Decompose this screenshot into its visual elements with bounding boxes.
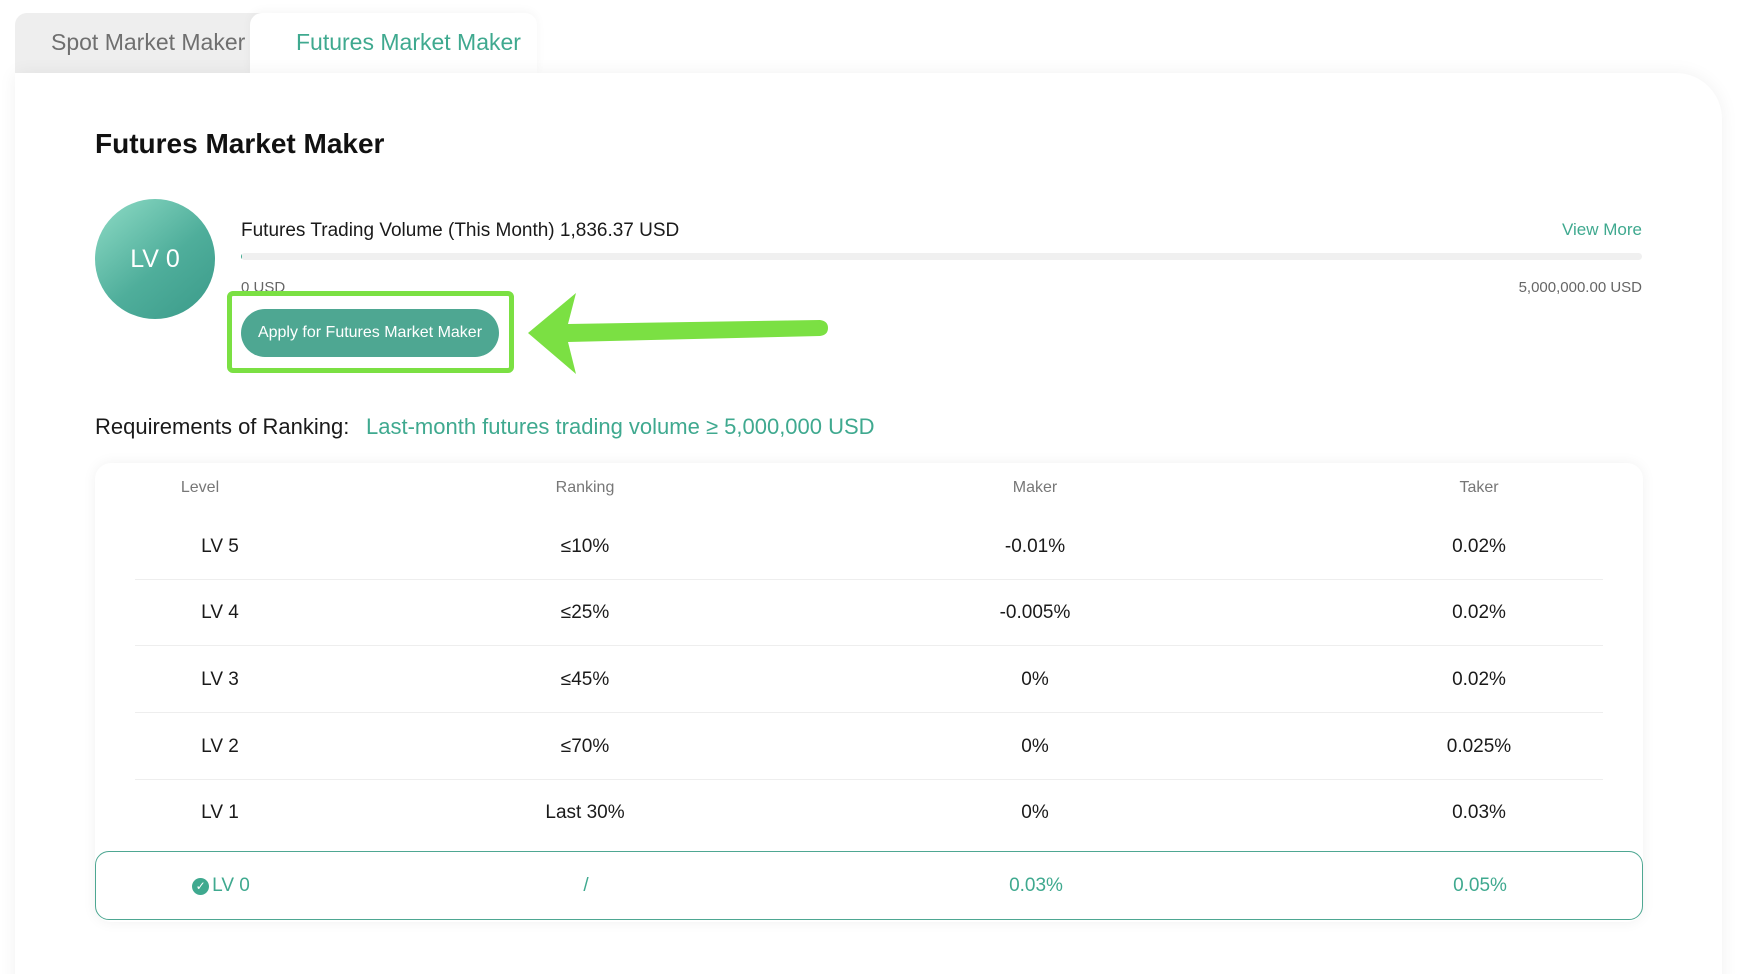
- volume-progress-fill: [241, 253, 242, 260]
- highlight-annotation-box: [227, 291, 514, 373]
- cell-taker: 0.02%: [1452, 602, 1506, 623]
- cell-maker: 0.03%: [1009, 875, 1063, 896]
- cell-level: LV 5: [201, 536, 239, 557]
- view-more-link[interactable]: View More: [1562, 220, 1642, 240]
- cell-ranking: ≤10%: [560, 536, 610, 557]
- tab-spot-label: Spot Market Maker: [51, 29, 246, 55]
- table-row: LV 4 ≤25% -0.005% 0.02%: [95, 580, 1643, 646]
- table-row: LV 3 ≤45% 0% 0.02%: [95, 647, 1643, 713]
- table-header: Level Ranking Maker Taker: [95, 479, 1643, 501]
- volume-progress-bar: [241, 253, 1642, 260]
- page: Spot Market Maker Futures Market Maker F…: [0, 0, 1744, 974]
- cell-level: LV 1: [201, 802, 239, 823]
- cell-ranking: Last 30%: [545, 802, 625, 823]
- table-row: LV 5 ≤10% -0.01% 0.02%: [95, 514, 1643, 580]
- cell-taker: 0.025%: [1446, 736, 1512, 757]
- check-circle-icon: ✓: [192, 878, 210, 895]
- cell-maker: -0.005%: [999, 602, 1071, 623]
- cell-taker: 0.02%: [1452, 669, 1506, 690]
- cell-level: LV 3: [201, 669, 239, 690]
- tab-futures-label: Futures Market Maker: [296, 29, 521, 55]
- cell-ranking: ≤70%: [560, 736, 610, 757]
- cell-maker: -0.01%: [1004, 536, 1066, 557]
- current-level-label: LV 0: [212, 875, 250, 896]
- tab-spot-market-maker[interactable]: Spot Market Maker: [15, 13, 285, 73]
- requirements-value: Last-month futures trading volume ≥ 5,00…: [366, 414, 875, 439]
- row-divider: [135, 712, 1603, 713]
- cell-level: LV 4: [201, 602, 239, 623]
- trading-volume-label: Futures Trading Volume (This Month) 1,83…: [241, 220, 680, 241]
- cell-ranking: ≤25%: [560, 602, 610, 623]
- level-badge-label: LV 0: [130, 244, 180, 273]
- table-row: LV 1 Last 30% 0% 0.03%: [95, 780, 1643, 846]
- cell-level: ✓ LV 0: [116, 875, 326, 897]
- cell-ranking: /: [583, 875, 589, 896]
- table-row-current-level: ✓ LV 0 / 0.03% 0.05%: [95, 851, 1643, 920]
- header-maker: Maker: [1012, 479, 1058, 496]
- page-title: Futures Market Maker: [95, 128, 385, 159]
- header-taker: Taker: [1459, 479, 1499, 496]
- cell-taker: 0.05%: [1453, 875, 1507, 896]
- cell-maker: 0%: [1021, 736, 1049, 757]
- row-divider: [135, 645, 1603, 646]
- table-row: LV 2 ≤70% 0% 0.025%: [95, 714, 1643, 780]
- level-badge: LV 0: [95, 199, 215, 319]
- header-ranking: Ranking: [555, 479, 615, 496]
- arrow-left-annotation-icon: [528, 293, 828, 374]
- progress-max-label: 5,000,000.00 USD: [1518, 279, 1642, 296]
- cell-maker: 0%: [1021, 802, 1049, 823]
- requirements-label: Requirements of Ranking:: [95, 414, 350, 439]
- cell-taker: 0.03%: [1452, 802, 1506, 823]
- header-level: Level: [180, 479, 220, 496]
- cell-maker: 0%: [1021, 669, 1049, 690]
- tab-futures-market-maker[interactable]: Futures Market Maker: [250, 13, 537, 75]
- cell-ranking: ≤45%: [560, 669, 610, 690]
- cell-taker: 0.02%: [1452, 536, 1506, 557]
- cell-level: LV 2: [201, 736, 239, 757]
